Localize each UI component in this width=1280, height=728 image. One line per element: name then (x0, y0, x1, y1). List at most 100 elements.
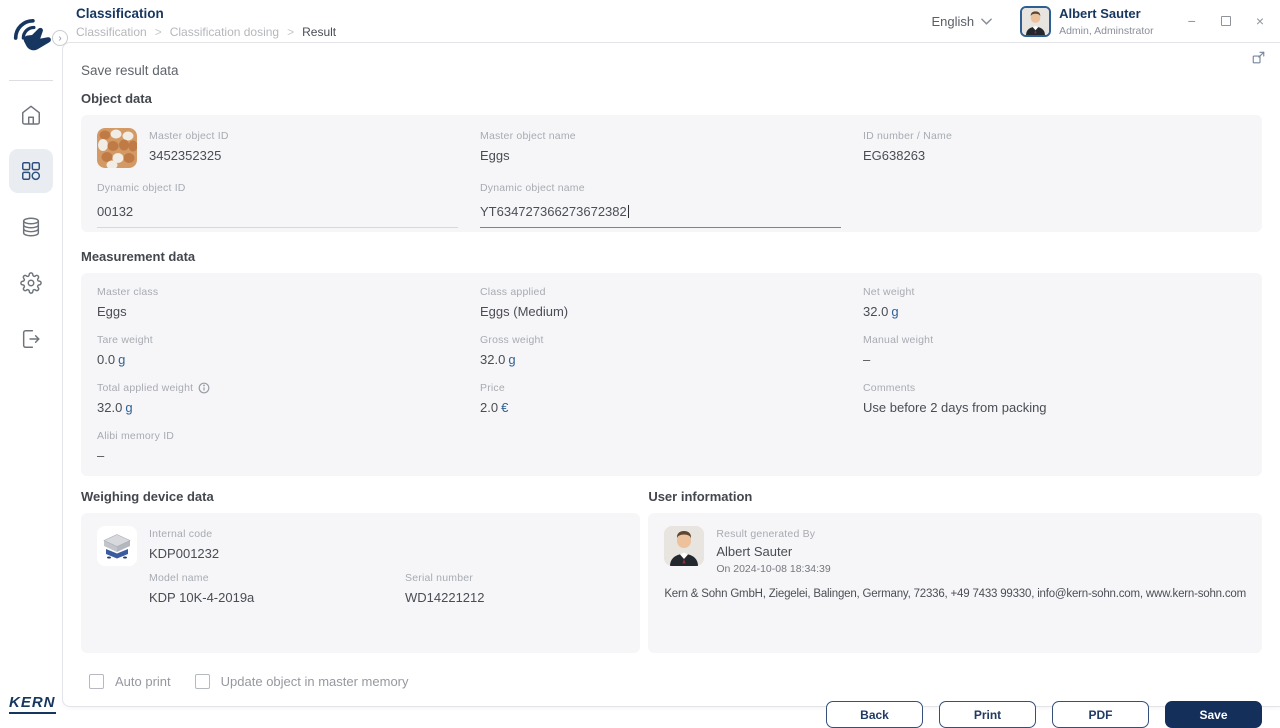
update-master-memory-option: Update object in master memory (194, 673, 409, 689)
internal-code-value: KDP001232 (149, 546, 220, 561)
user-meta: Albert Sauter Admin, Adminstrator (1059, 5, 1154, 37)
field-class-applied: Class applied Eggs (Medium) (480, 286, 863, 319)
sidebar-item-classification[interactable] (9, 149, 53, 193)
sidebar-item-settings[interactable] (9, 261, 53, 305)
internal-code-field: Internal code KDP001232 (149, 526, 624, 561)
back-button[interactable]: Back (826, 701, 923, 728)
tare-weight-label: Tare weight (97, 334, 153, 346)
database-icon (22, 217, 40, 237)
maximize-icon (1220, 16, 1231, 26)
gross-weight-value: 32.0 (480, 352, 506, 367)
serial-number-value: WD14221212 (405, 590, 485, 605)
tare-weight-unit: g (118, 352, 126, 367)
page-title: Save result data (81, 63, 179, 78)
update-master-memory-label: Update object in master memory (220, 673, 409, 689)
user-information-card: Result generated By Albert Sauter On 202… (648, 513, 1262, 653)
class-applied-value: Eggs (Medium) (480, 304, 569, 319)
object-data-heading: Object data (81, 91, 152, 106)
expand-panel-button[interactable] (1249, 50, 1267, 68)
user-role: Admin, Adminstrator (1059, 25, 1154, 37)
total-applied-weight-unit: g (125, 400, 133, 415)
result-generated-by-label: Result generated By (716, 528, 816, 540)
auto-print-option: Auto print (89, 673, 171, 689)
object-data-card: Master object ID 3452352325 Master objec… (81, 115, 1262, 232)
weighing-device-heading: Weighing device data (81, 489, 214, 504)
user-avatar (1020, 5, 1052, 37)
window-close-button[interactable]: × (1254, 12, 1266, 30)
master-class-label: Master class (97, 286, 159, 298)
sidebar-expand-button[interactable]: › (52, 30, 68, 46)
internal-code-label: Internal code (149, 528, 213, 540)
breadcrumb-separator: > (154, 24, 162, 39)
price-label: Price (480, 382, 505, 394)
breadcrumb-item-classification[interactable]: Classification (76, 25, 147, 39)
scale-image (97, 526, 137, 566)
sidebar-item-home[interactable] (9, 93, 53, 137)
id-number-label: ID number / Name (863, 130, 952, 142)
comments-value: Use before 2 days from packing (863, 400, 1047, 415)
gross-weight-label: Gross weight (480, 334, 544, 346)
actions-row: Back Print PDF Save (81, 701, 1262, 728)
company-contact-line: Kern & Sohn GmbH, Ziegelei, Balingen, Ge… (664, 588, 1246, 600)
net-weight-label: Net weight (863, 286, 915, 298)
total-applied-weight-label: Total applied weight (97, 382, 194, 394)
id-number-field: ID number / Name EG638263 (863, 128, 1246, 168)
apps-grid-icon (22, 162, 41, 181)
device-thumbnail (97, 526, 137, 566)
window-maximize-button[interactable] (1219, 12, 1233, 30)
text-caret (627, 205, 629, 218)
dynamic-object-id-value: 00132 (97, 204, 134, 219)
tare-weight-value: 0.0 (97, 352, 116, 367)
master-object-id-value: 3452352325 (149, 148, 222, 163)
breadcrumb-item-classification-dosing[interactable]: Classification dosing (170, 25, 279, 39)
net-weight-value: 32.0 (863, 304, 889, 319)
breadcrumb-separator: > (287, 24, 295, 39)
print-button[interactable]: Print (939, 701, 1036, 728)
alibi-memory-id-value: – (97, 448, 105, 463)
sidebar-item-database[interactable] (9, 205, 53, 249)
master-object-name-label: Master object name (480, 130, 576, 142)
dynamic-object-id-field: Dynamic object ID 00132 (97, 182, 480, 228)
price-value: 2.0 (480, 400, 499, 415)
result-generated-timestamp: On 2024-10-08 18:34:39 (716, 563, 831, 575)
dynamic-object-id-input[interactable]: 00132 (97, 198, 458, 228)
kern-brand-logo: KERN (9, 694, 56, 714)
field-total-applied-weight: Total applied weight 32.0 g (97, 382, 480, 415)
breadcrumb: Classification > Classification dosing >… (76, 25, 336, 39)
master-object-name-field: Master object name Eggs (480, 128, 863, 168)
update-master-memory-checkbox[interactable] (194, 673, 210, 689)
language-selector[interactable]: English (931, 14, 992, 29)
weighing-device-card: Internal code KDP001232 Model name KDP 1… (81, 513, 641, 653)
field-net-weight: Net weight 32.0 g (863, 286, 1246, 319)
object-data-empty-cell (863, 182, 1246, 228)
pdf-button[interactable]: PDF (1052, 701, 1149, 728)
master-object-name-value: Eggs (480, 148, 510, 163)
window-minimize-button[interactable]: − (1186, 12, 1198, 30)
dynamic-object-name-input[interactable]: YT634727366273672382 (480, 198, 841, 228)
user-information-heading: User information (648, 489, 753, 504)
result-user-portrait-image (664, 526, 705, 566)
result-user-avatar (664, 526, 705, 566)
sidebar-divider (9, 80, 53, 81)
auto-print-checkbox[interactable] (89, 673, 104, 689)
serial-number-field: Serial number WD14221212 (405, 572, 485, 605)
top-header: Classification Classification > Classifi… (62, 0, 1280, 42)
save-button[interactable]: Save (1165, 701, 1262, 728)
model-name-field: Model name KDP 10K-4-2019a (149, 572, 405, 605)
dynamic-object-name-field: Dynamic object name YT634727366273672382 (480, 182, 863, 228)
dynamic-object-id-label: Dynamic object ID (97, 182, 186, 194)
weighing-device-section: Weighing device data Internal code KDP00… (81, 476, 641, 653)
info-icon[interactable] (198, 382, 210, 394)
id-number-value: EG638263 (863, 148, 926, 163)
auto-print-label: Auto print (115, 673, 171, 689)
sidebar-item-logout[interactable] (9, 317, 53, 361)
user-information-section: User information Result generated By Alb… (648, 476, 1262, 653)
user-profile-chip[interactable]: Albert Sauter Admin, Adminstrator (1020, 5, 1154, 37)
field-price: Price 2.0 € (480, 382, 863, 415)
options-row: Auto print Update object in master memor… (89, 669, 1262, 693)
home-icon (22, 105, 40, 125)
price-unit: € (501, 400, 509, 415)
expand-icon (1252, 51, 1264, 64)
master-object-id-label: Master object ID (149, 130, 229, 142)
field-comments: Comments Use before 2 days from packing (863, 382, 1246, 415)
